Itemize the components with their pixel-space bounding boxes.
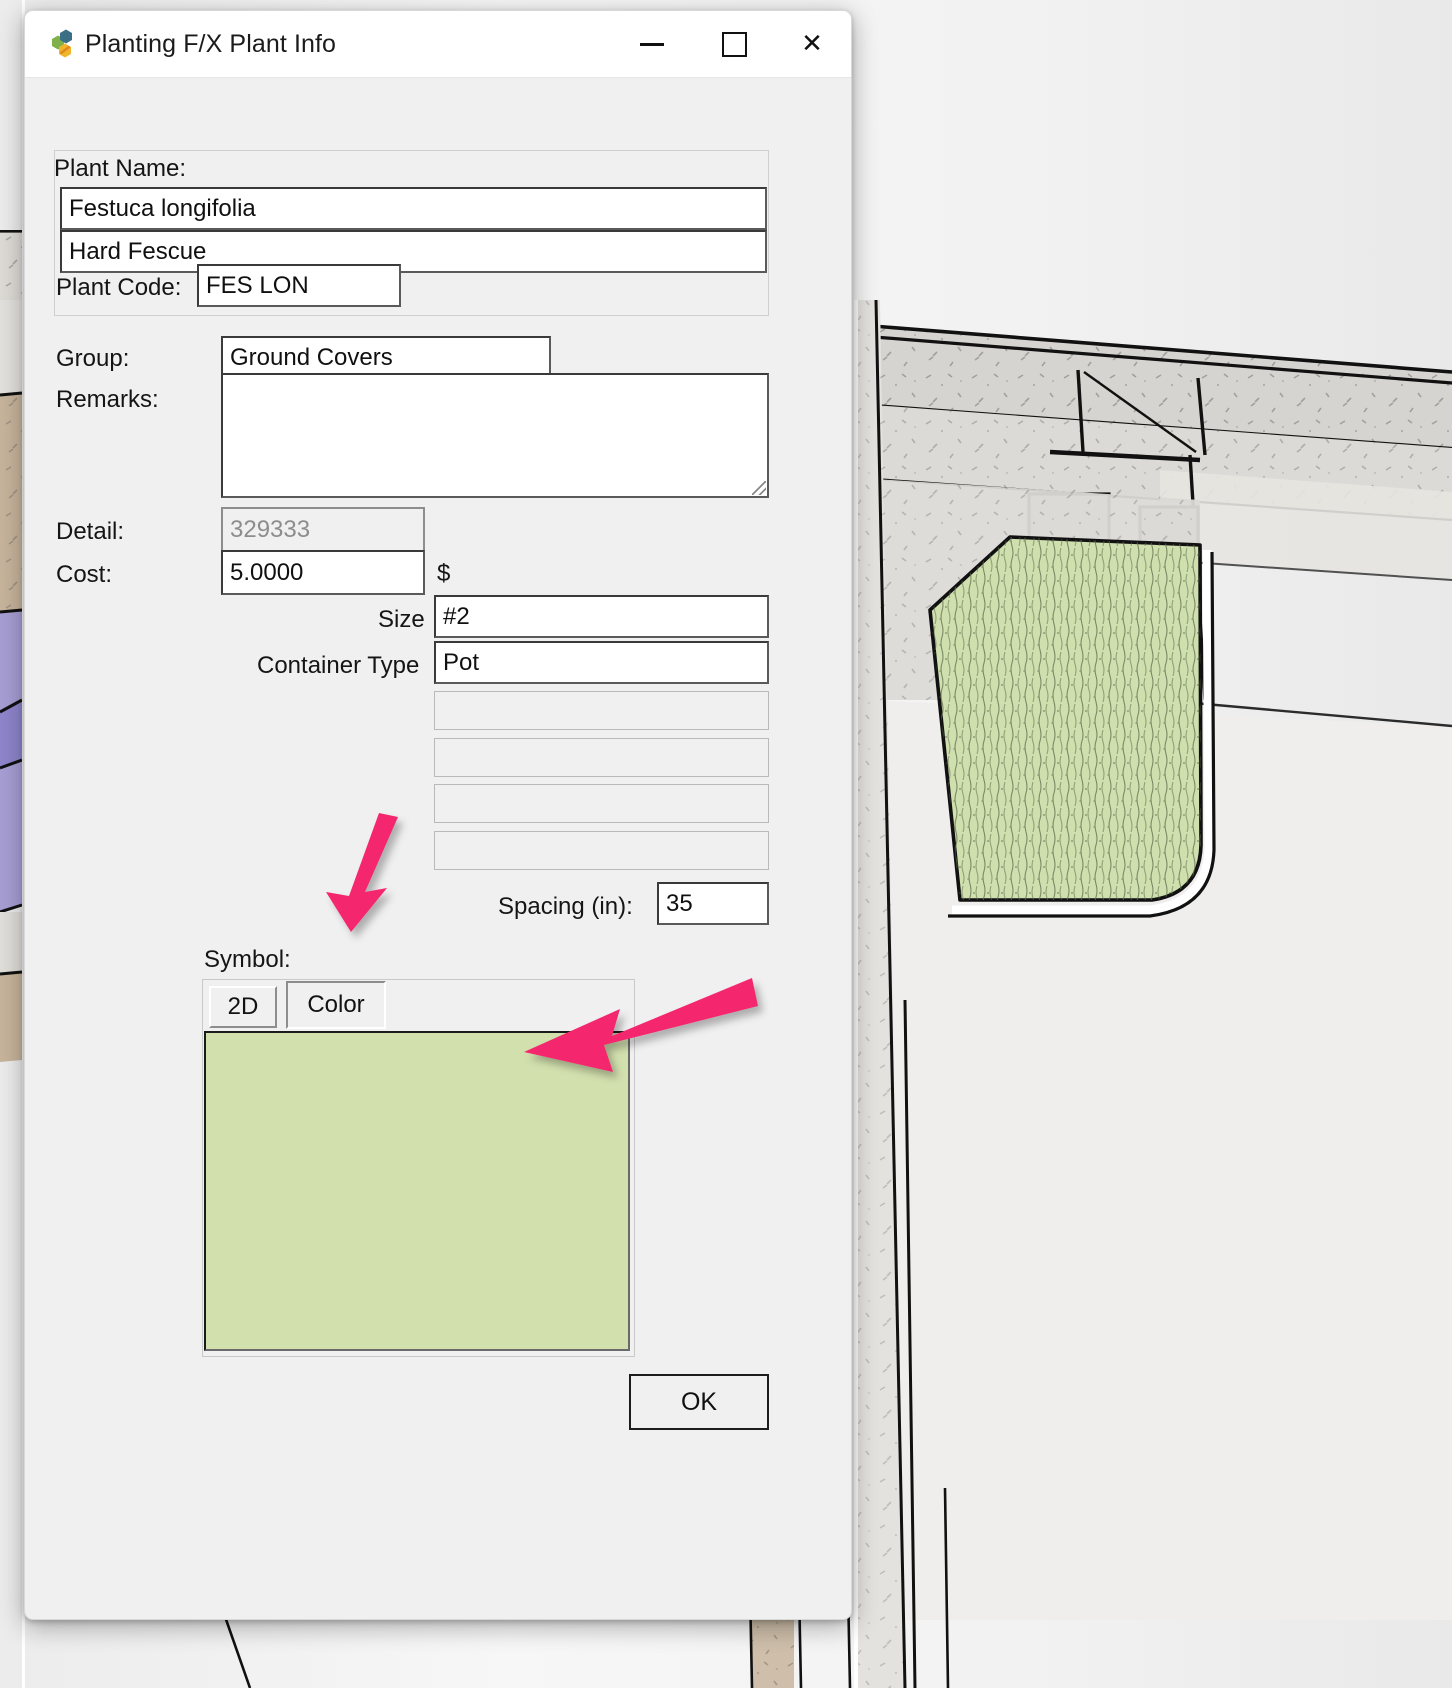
color-swatch-preview[interactable]	[204, 1031, 630, 1351]
maximize-icon	[721, 31, 747, 57]
tab-2d[interactable]: 2D	[209, 986, 277, 1028]
ok-button[interactable]: OK	[629, 1374, 769, 1430]
cad-planting-bed	[928, 535, 1216, 918]
minimize-button[interactable]	[617, 11, 687, 77]
window-titlebar[interactable]: Planting F/X Plant Info ✕	[25, 11, 851, 78]
resize-grip-icon[interactable]	[752, 481, 766, 495]
extra-field-4	[434, 831, 769, 870]
close-button[interactable]: ✕	[777, 11, 847, 77]
container-type-input[interactable]: Pot	[434, 641, 769, 684]
plant-code-label: Plant Code:	[56, 274, 182, 301]
minimize-icon	[640, 42, 664, 46]
maximize-button[interactable]	[699, 11, 769, 77]
plant-code-input[interactable]: FES LON	[197, 264, 401, 307]
group-label: Group:	[56, 345, 130, 372]
spacing-label: Spacing (in):	[498, 893, 633, 920]
size-input[interactable]: #2	[434, 595, 769, 638]
remarks-label: Remarks:	[56, 386, 159, 413]
spacing-input[interactable]: 35	[657, 882, 769, 925]
detail-label: Detail:	[56, 518, 125, 545]
plant-name-label: Plant Name:	[54, 155, 187, 182]
close-icon: ✕	[801, 29, 823, 59]
cost-label: Cost:	[56, 561, 113, 588]
remarks-textarea[interactable]	[221, 373, 769, 498]
botanical-name-input[interactable]: Festuca longifolia	[60, 187, 767, 230]
dialog-content: Plant Name: Festuca longifolia Hard Fesc…	[25, 78, 851, 1619]
plant-info-dialog: Planting F/X Plant Info ✕ Plant Name: Fe…	[24, 10, 852, 1620]
color-swatch-fill	[206, 1033, 628, 1349]
tab-color[interactable]: Color	[286, 981, 386, 1029]
currency-symbol: $	[437, 560, 451, 587]
extra-field-1	[434, 691, 769, 730]
container-type-label: Container Type	[257, 652, 420, 679]
extra-field-2	[434, 738, 769, 777]
extra-field-3	[434, 784, 769, 823]
cost-input[interactable]: 5.0000	[221, 550, 425, 595]
window-title: Planting F/X Plant Info	[85, 30, 337, 58]
detail-input: 329333	[221, 507, 425, 552]
common-name-input[interactable]: Hard Fescue	[60, 230, 767, 273]
size-label: Size	[378, 606, 425, 633]
planting-fx-logo-icon	[43, 29, 77, 61]
symbol-section-label: Symbol:	[204, 946, 291, 973]
